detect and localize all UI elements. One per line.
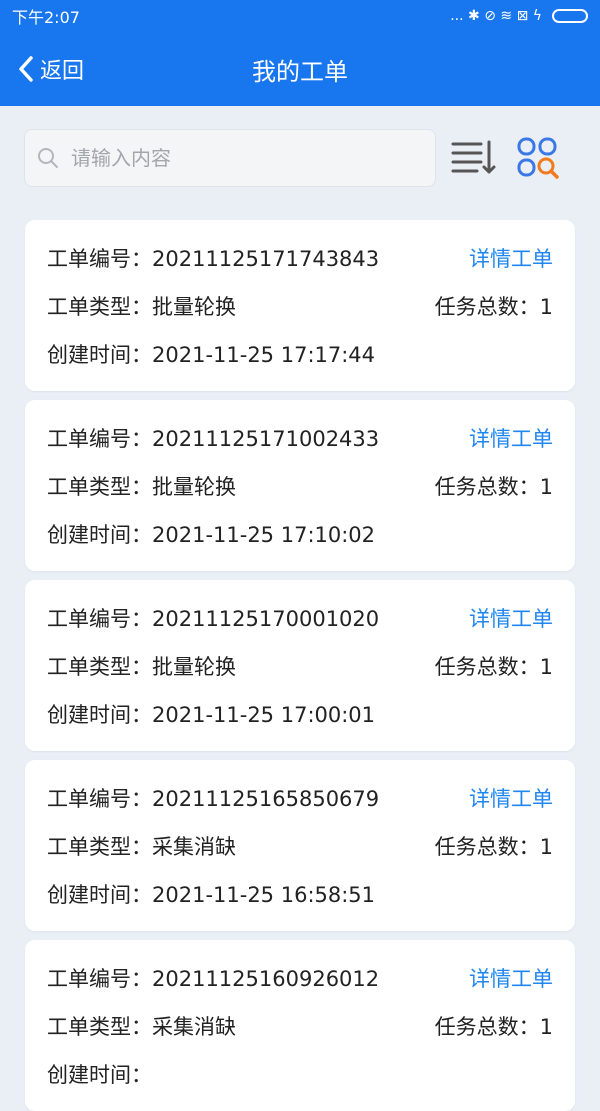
order-no: 工单编号：20211125165850679 [47, 787, 380, 811]
work-order-list: 工单编号：20211125171743843 详情工单 工单类型：批量轮换 任务… [0, 188, 600, 1111]
created-time-row: 创建时间：2021-11-25 16:58:51 [47, 870, 553, 918]
created-time-row: 创建时间： [47, 1050, 553, 1098]
back-label: 返回 [40, 59, 85, 84]
created-time-row: 创建时间：2021-11-25 17:17:44 [47, 330, 553, 378]
detail-link[interactable]: 详情工单 [469, 423, 553, 453]
order-type-row: 工单类型：采集消缺 任务总数：1 [47, 822, 553, 870]
work-order-card: 工单编号：20211125171002433 详情工单 工单类型：批量轮换 任务… [25, 400, 575, 571]
detail-link[interactable]: 详情工单 [469, 963, 553, 993]
created-time: 创建时间：2021-11-25 17:10:02 [47, 523, 376, 547]
created-time: 创建时间：2021-11-25 17:17:44 [47, 343, 376, 367]
created-time-row: 创建时间：2021-11-25 17:00:01 [47, 690, 553, 738]
work-order-card: 工单编号：20211125170001020 详情工单 工单类型：批量轮换 任务… [25, 580, 575, 751]
sort-list-icon [451, 140, 496, 174]
filter-search-button[interactable] [512, 132, 564, 184]
order-no-row: 工单编号：20211125165850679 详情工单 [47, 760, 553, 822]
status-icons: ... ✱ ⊘ ≋ ⊠ ϟ [450, 8, 588, 24]
page-title: 我的工单 [252, 57, 348, 86]
order-type-row: 工单类型：批量轮换 任务总数：1 [47, 282, 553, 330]
back-button[interactable]: 返回 [18, 32, 84, 106]
work-order-card: 工单编号：20211125171743843 详情工单 工单类型：批量轮换 任务… [25, 220, 575, 391]
chevron-left-icon [19, 56, 33, 82]
order-type: 工单类型：批量轮换 [47, 475, 236, 499]
order-no-row: 工单编号：20211125170001020 详情工单 [47, 580, 553, 642]
search-input[interactable] [69, 145, 403, 171]
status-icons-text: ... ✱ ⊘ ≋ ⊠ ϟ [450, 8, 542, 24]
created-time-row: 创建时间：2021-11-25 17:10:02 [47, 510, 553, 558]
detail-link[interactable]: 详情工单 [469, 603, 553, 633]
order-no-row: 工单编号：20211125171743843 详情工单 [47, 220, 553, 282]
navigation-bar: 返回 我的工单 [0, 32, 600, 106]
task-total: 任务总数：1 [434, 475, 553, 499]
order-type-row: 工单类型：批量轮换 任务总数：1 [47, 462, 553, 510]
order-type: 工单类型：采集消缺 [47, 1015, 236, 1039]
order-type-row: 工单类型：批量轮换 任务总数：1 [47, 642, 553, 690]
order-type: 工单类型：批量轮换 [47, 655, 236, 679]
status-bar: 下午2:07 ... ✱ ⊘ ≋ ⊠ ϟ [0, 0, 600, 32]
task-total: 任务总数：1 [434, 655, 553, 679]
order-no: 工单编号：20211125160926012 [47, 967, 380, 991]
created-time: 创建时间： [47, 1063, 152, 1087]
status-time: 下午2:07 [12, 8, 80, 27]
search-box[interactable] [24, 129, 436, 187]
order-no-row: 工单编号：20211125160926012 详情工单 [47, 940, 553, 1002]
created-time: 创建时间：2021-11-25 16:58:51 [47, 883, 376, 907]
work-order-card: 工单编号：20211125160926012 详情工单 工单类型：采集消缺 任务… [25, 940, 575, 1111]
order-type: 工单类型：批量轮换 [47, 295, 236, 319]
order-no: 工单编号：20211125171743843 [47, 247, 380, 271]
order-type-row: 工单类型：采集消缺 任务总数：1 [47, 1002, 553, 1050]
task-total: 任务总数：1 [434, 835, 553, 859]
order-no: 工单编号：20211125170001020 [47, 607, 380, 631]
battery-icon [552, 9, 588, 23]
search-icon [38, 148, 58, 168]
order-no: 工单编号：20211125171002433 [47, 427, 380, 451]
task-total: 任务总数：1 [434, 295, 553, 319]
grid-search-icon [517, 137, 559, 179]
search-row [0, 106, 600, 188]
task-total: 任务总数：1 [434, 1015, 553, 1039]
order-type: 工单类型：采集消缺 [47, 835, 236, 859]
work-order-card: 工单编号：20211125165850679 详情工单 工单类型：采集消缺 任务… [25, 760, 575, 931]
created-time: 创建时间：2021-11-25 17:00:01 [47, 703, 376, 727]
order-no-row: 工单编号：20211125171002433 详情工单 [47, 400, 553, 462]
sort-button[interactable] [448, 132, 500, 184]
detail-link[interactable]: 详情工单 [469, 783, 553, 813]
detail-link[interactable]: 详情工单 [469, 243, 553, 273]
